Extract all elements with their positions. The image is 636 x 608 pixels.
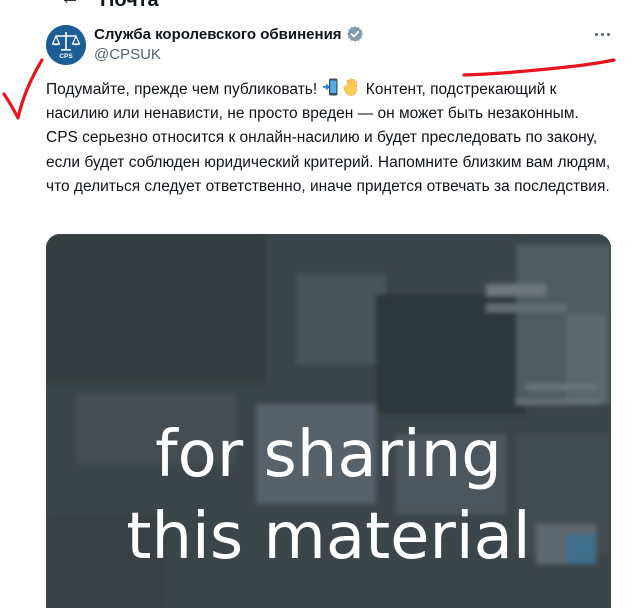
account-name[interactable]: Служба королевского обвинения xyxy=(94,26,342,43)
account-handle[interactable]: @CPSUK xyxy=(94,46,364,63)
page-header: ← Почта xyxy=(0,0,636,10)
back-arrow-icon[interactable]: ← xyxy=(60,0,80,10)
scales-logo-icon: CPS xyxy=(46,25,86,65)
tweet-text-part2: Контент, подстрекающий к насилию или нен… xyxy=(46,81,611,195)
raised-hand-icon xyxy=(343,78,357,96)
tweet-text: Подумайте, прежде чем публиковать! Конте… xyxy=(46,77,611,199)
verified-badge-icon xyxy=(346,26,363,42)
tweet-text-part1: Подумайте, прежде чем публиковать! xyxy=(46,81,322,98)
mobile-phone-arrow-icon xyxy=(322,78,337,96)
avatar-text: CPS xyxy=(59,53,73,60)
media-caption-line1: for sharing xyxy=(155,418,502,492)
tweet: CPS Служба королевского обвинения @CPSUK… xyxy=(0,10,636,608)
tweet-header: Служба королевского обвинения @CPSUK xyxy=(94,24,364,63)
video-media[interactable]: for sharing this material xyxy=(46,234,611,608)
avatar[interactable]: CPS xyxy=(46,25,86,65)
page-title: Почта xyxy=(100,0,159,10)
more-options-icon[interactable] xyxy=(588,24,616,44)
media-caption-line2: this material xyxy=(126,500,531,574)
